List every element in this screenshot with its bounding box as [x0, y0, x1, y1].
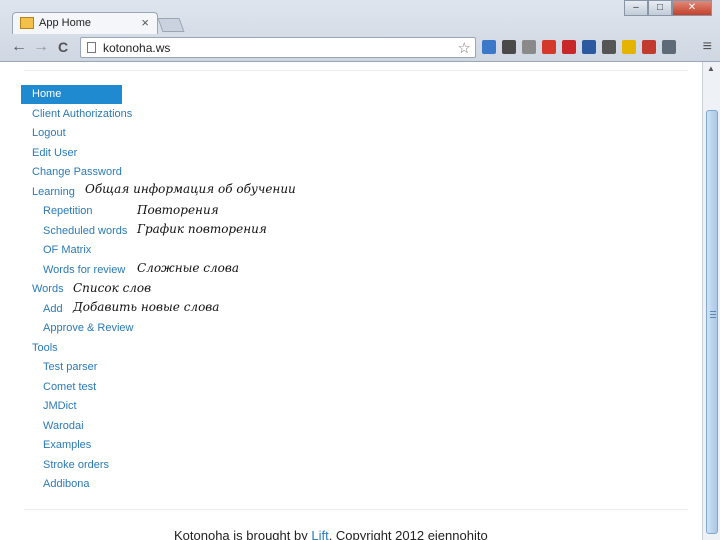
nav-change-password[interactable]: Change Password — [32, 163, 122, 182]
nav-words-for-review[interactable]: Words for review — [43, 261, 125, 280]
nav-learning[interactable]: Learning — [32, 183, 75, 202]
page-viewport: Home Client Authorizations Logout Edit U… — [0, 62, 702, 540]
nav-tools[interactable]: Tools — [32, 339, 58, 358]
annotation-add: Добавить новые слова — [73, 300, 220, 314]
nav-repetition[interactable]: Repetition — [43, 202, 93, 221]
extension-icon[interactable] — [482, 40, 496, 54]
extension-icon[interactable] — [642, 40, 656, 54]
annotation-learning: Общая информация об обучении — [85, 182, 296, 196]
scroll-thumb[interactable] — [706, 110, 718, 534]
nav-words[interactable]: Words — [32, 280, 64, 299]
scroll-up-arrow-icon[interactable]: ▲ — [707, 64, 715, 73]
favicon-icon — [20, 17, 34, 29]
bottom-divider — [24, 509, 688, 510]
nav-approve-review[interactable]: Approve & Review — [43, 319, 134, 338]
chrome-menu-icon[interactable]: ≡ — [703, 38, 712, 56]
back-button[interactable]: ← — [10, 38, 28, 56]
url-text: kotonoha.ws — [103, 41, 171, 55]
page-icon — [87, 42, 96, 53]
nav-add[interactable]: Add — [43, 300, 63, 319]
extension-icon[interactable] — [582, 40, 596, 54]
footer-prefix: Kotonoha is brought by — [174, 528, 308, 540]
reload-button[interactable]: C — [54, 38, 72, 56]
address-bar[interactable]: kotonoha.ws ☆ — [80, 37, 476, 58]
browser-chrome: App Home × – □ ✕ ← → C kotonoha.ws ☆ ≡ — [0, 0, 720, 62]
extension-icon[interactable] — [662, 40, 676, 54]
forward-button[interactable]: → — [32, 38, 50, 56]
browser-toolbar: ← → C kotonoha.ws ☆ ≡ — [0, 34, 720, 62]
nav-comet-test[interactable]: Comet test — [43, 378, 96, 397]
extension-icon[interactable] — [502, 40, 516, 54]
grip-line — [710, 317, 716, 318]
extension-icon[interactable] — [602, 40, 616, 54]
nav-examples[interactable]: Examples — [43, 436, 91, 455]
annotation-repetition: Повторения — [137, 203, 219, 217]
nav-client-authorizations[interactable]: Client Authorizations — [32, 105, 132, 124]
annotation-words-for-review: Сложные слова — [137, 261, 240, 275]
grip-line — [710, 314, 716, 315]
tab-app-home[interactable]: App Home × — [12, 12, 158, 34]
annotation-words: Список слов — [73, 281, 152, 295]
bookmark-star-icon[interactable]: ☆ — [458, 39, 471, 57]
extension-icon[interactable] — [522, 40, 536, 54]
footer: Kotonoha is brought by Lift. Copyright 2… — [174, 528, 488, 540]
close-tab-icon[interactable]: × — [141, 15, 149, 30]
tab-strip: App Home × – □ ✕ — [0, 0, 720, 34]
grip-line — [710, 311, 716, 312]
nav-jmdict[interactable]: JMDict — [43, 397, 77, 416]
minimize-button[interactable]: – — [624, 0, 648, 16]
top-divider — [24, 70, 688, 71]
footer-suffix: . Copyright 2012 eiennohito — [328, 528, 488, 540]
nav-warodai[interactable]: Warodai — [43, 417, 84, 436]
window-controls: – □ ✕ — [624, 0, 712, 16]
extension-icons — [482, 40, 676, 54]
nav-logout[interactable]: Logout — [32, 124, 66, 143]
tab-title: App Home — [39, 17, 91, 29]
extension-icon[interactable] — [622, 40, 636, 54]
extension-icon[interactable] — [562, 40, 576, 54]
footer-lift-link[interactable]: Lift — [311, 528, 328, 540]
nav-of-matrix[interactable]: OF Matrix — [43, 241, 91, 260]
close-window-button[interactable]: ✕ — [672, 0, 712, 16]
new-tab-button[interactable] — [157, 18, 185, 32]
nav-edit-user[interactable]: Edit User — [32, 144, 77, 163]
nav-home[interactable]: Home — [21, 85, 122, 104]
nav-addibona[interactable]: Addibona — [43, 475, 90, 494]
nav-scheduled-words[interactable]: Scheduled words — [43, 222, 127, 241]
annotation-scheduled-words: График повторения — [137, 222, 267, 236]
extension-icon[interactable] — [542, 40, 556, 54]
nav-test-parser[interactable]: Test parser — [43, 358, 97, 377]
maximize-button[interactable]: □ — [648, 0, 672, 16]
nav-stroke-orders[interactable]: Stroke orders — [43, 456, 109, 475]
vertical-scrollbar[interactable]: ▲ — [702, 62, 720, 540]
